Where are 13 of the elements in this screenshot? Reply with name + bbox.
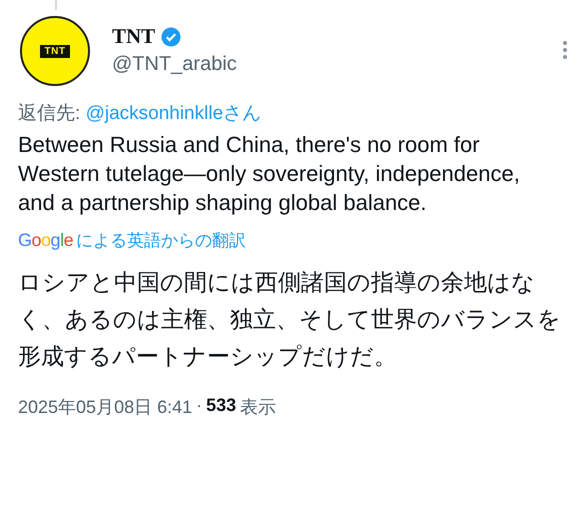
view-count: 533: [206, 395, 236, 417]
google-logo: Google: [18, 230, 74, 251]
tweet-text: Between Russia and China, there's no room for Western tutelage—only sovereignty, independence, and a partnership shaping global balance.: [17, 131, 521, 217]
user-handle[interactable]: @TNT_arabic: [112, 53, 562, 76]
reply-label: 返信先:: [18, 103, 80, 124]
translated-text: ロシアと中国の間には西側諸国の指導の余地はなく、あるのは主権、独立、そして世界のバランスを形成するパートナーシップだけだ。: [17, 268, 562, 371]
avatar[interactable]: TNT: [20, 16, 90, 86]
more-icon[interactable]: [562, 40, 568, 60]
views-label: 表示: [240, 396, 276, 419]
avatar-logo: TNT: [40, 44, 70, 58]
display-name[interactable]: TNT: [112, 24, 156, 49]
timestamp[interactable]: 2025年05月08日 6:41: [18, 395, 192, 419]
separator: ·: [196, 395, 202, 417]
